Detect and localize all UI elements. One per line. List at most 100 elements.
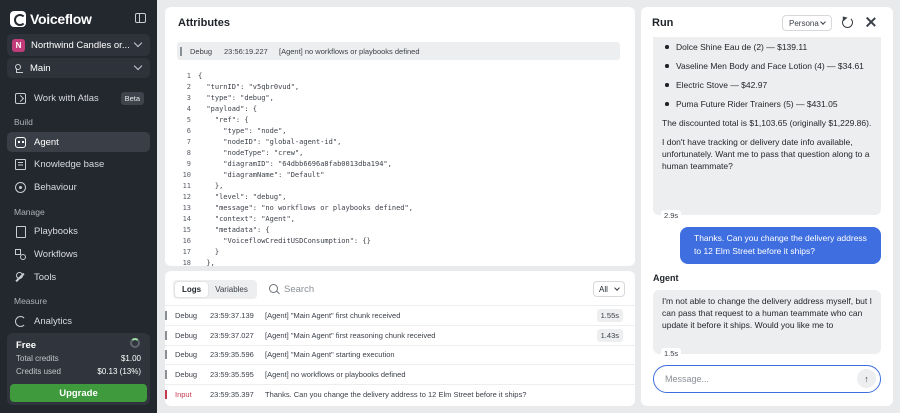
reset-icon[interactable] <box>842 17 853 28</box>
workspace-name: Northwind Candles or... <box>31 39 130 51</box>
workspace-avatar: N <box>12 38 25 52</box>
log-row[interactable]: Debug 23:59:35.596 [Agent] "Main Agent" st… <box>165 344 635 365</box>
tracking-text: I don't have tracking or delivery date i… <box>662 137 870 171</box>
tab-variables[interactable]: Variables <box>208 282 255 297</box>
code-text: "context": "Agent", <box>198 215 295 223</box>
log-row[interactable]: Debug 23:59:37.027 [Agent] "Main Agent" fi… <box>165 324 635 345</box>
line-number: 11 <box>182 182 191 190</box>
line-number: 8 <box>186 149 191 157</box>
line-number: 3 <box>186 94 191 102</box>
line-number: 14 <box>182 215 191 223</box>
log-level: Debug <box>190 46 213 56</box>
sidebar-item-label: Playbooks <box>34 225 78 237</box>
credits-used-label: Credits used <box>16 367 61 376</box>
log-level: Debug <box>175 310 198 320</box>
credits-used-value: $0.13 (13%) <box>97 367 141 376</box>
code-text: "nodeID": "global-agent-id", <box>198 138 342 146</box>
total-credits-row: Total credits $1.00 <box>16 354 141 363</box>
sidebar-item-label: Workflows <box>34 248 78 260</box>
log-table: Debug 23:59:37.139 [Agent] "Main Agent" fi… <box>165 305 635 404</box>
sidebar-item-workflows[interactable]: Workflows <box>7 244 150 264</box>
tools-icon <box>15 271 26 283</box>
user-message-bubble: Thanks. Can you change the delivery addr… <box>680 227 881 264</box>
line-number: 7 <box>186 138 191 146</box>
code-line: 9 "diagramID": "64dbb6696a8fab0013dba194… <box>177 159 620 170</box>
chat-transcript: Vivo X21 — $412.94Dolce Shine Eau de (2)… <box>641 37 893 362</box>
line-number: 2 <box>186 83 191 91</box>
agent-message-bubble: Vivo X21 — $412.94Dolce Shine Eau de (2)… <box>653 37 881 215</box>
credits-progress-icon <box>130 338 140 348</box>
brand-logo[interactable]: Voiceflow <box>10 9 150 29</box>
log-row[interactable]: Debug 23:59:35.595 [Agent] no workflows or… <box>165 364 635 384</box>
total-credits-label: Total credits <box>16 354 59 363</box>
sidebar-item-work-with-atlas[interactable]: Work with Atlas Beta <box>7 88 150 108</box>
logs-tabs: Logs Variables <box>173 280 257 299</box>
send-button[interactable]: ↑ <box>857 369 876 388</box>
selected-log-row[interactable]: Debug 23:56:19.227 [Agent] no workflows … <box>177 42 620 60</box>
close-icon[interactable] <box>865 16 877 28</box>
code-line: 16 "VoiceflowCreditUSDConsumption": {} <box>177 236 620 247</box>
code-text: { <box>198 72 203 80</box>
log-message: [Agent] no workflows or playbooks define… <box>279 46 420 56</box>
code-line: 7 "nodeID": "global-agent-id", <box>177 137 620 148</box>
agent-reply-bubble: I'm not able to change the delivery addr… <box>653 290 881 354</box>
sidebar-item-agent[interactable]: Agent <box>7 132 150 152</box>
log-row[interactable]: Input 23:59:35.397 Thanks. Can you change … <box>165 384 635 404</box>
sidebar-item-label: Analytics <box>34 315 73 327</box>
log-time: 23:56:19.227 <box>224 46 268 56</box>
upgrade-button[interactable]: Upgrade <box>10 384 147 402</box>
sidebar-item-behaviour[interactable]: Behaviour <box>7 177 150 197</box>
code-line: 10 "diagramName": "Default" <box>177 170 620 181</box>
code-text: } <box>198 248 220 256</box>
log-filter-select[interactable]: All <box>593 281 625 297</box>
code-line: 12 "level": "debug", <box>177 192 620 203</box>
code-text: "VoiceflowCreditUSDConsumption": {} <box>198 237 371 245</box>
sidebar-item-knowledge-base[interactable]: Knowledge base <box>7 154 150 174</box>
agent-label: Agent <box>653 273 679 283</box>
code-text: "type": "node", <box>198 127 287 135</box>
line-number: 10 <box>182 171 191 179</box>
code-line: 6 "type": "node", <box>177 126 620 137</box>
code-text: }, <box>198 182 224 190</box>
log-level: Input <box>175 390 192 400</box>
line-number: 17 <box>182 248 191 256</box>
log-message: Thanks. Can you change the delivery addr… <box>265 390 527 400</box>
message-input[interactable] <box>665 374 840 384</box>
search-icon <box>269 284 278 293</box>
workspace-selector[interactable]: N Northwind Candles or... <box>7 34 150 56</box>
search-input[interactable] <box>284 281 584 297</box>
run-title: Run <box>652 17 674 29</box>
log-level: Debug <box>175 330 198 340</box>
persona-select[interactable]: Persona <box>782 15 832 31</box>
line-number: 5 <box>186 116 191 124</box>
chevron-down-icon <box>820 19 826 25</box>
line-number: 1 <box>186 72 191 80</box>
log-time: 23:59:35.397 <box>210 390 254 400</box>
line-number: 15 <box>182 226 191 234</box>
agent-icon <box>15 136 26 148</box>
code-line: 18 }, <box>177 258 620 266</box>
order-items-list: Vivo X21 — $412.94Dolce Shine Eau de (2)… <box>662 37 872 110</box>
line-number: 13 <box>182 204 191 212</box>
sidebar-item-analytics[interactable]: Analytics <box>7 311 150 331</box>
code-line: 15 "metadata": { <box>177 225 620 236</box>
sidebar: Voiceflow N Northwind Candles or... Main… <box>0 0 157 413</box>
sidebar-item-tools[interactable]: Tools <box>7 267 150 287</box>
sidebar-item-label: Knowledge base <box>34 158 105 170</box>
total-credits-value: $1.00 <box>120 354 141 363</box>
log-level: Debug <box>175 370 198 380</box>
collapse-sidebar-icon[interactable] <box>135 13 146 23</box>
branch-icon <box>14 63 24 73</box>
log-row[interactable]: Debug 23:59:37.139 [Agent] "Main Agent" fi… <box>165 305 635 325</box>
sidebar-item-playbooks[interactable]: Playbooks <box>7 221 150 241</box>
log-time: 23:59:37.139 <box>210 310 254 320</box>
persona-label: Persona <box>789 18 819 28</box>
branch-selector[interactable]: Main <box>7 58 150 78</box>
tab-logs[interactable]: Logs <box>175 282 209 297</box>
analytics-icon <box>15 315 26 327</box>
branch-name: Main <box>30 62 51 74</box>
order-item: Vaseline Men Body and Face Lotion (4) — … <box>662 60 872 72</box>
log-level: Debug <box>175 350 198 360</box>
log-message: [Agent] no workflows or playbooks define… <box>265 370 406 380</box>
code-text: "diagramName": "Default" <box>198 171 325 179</box>
